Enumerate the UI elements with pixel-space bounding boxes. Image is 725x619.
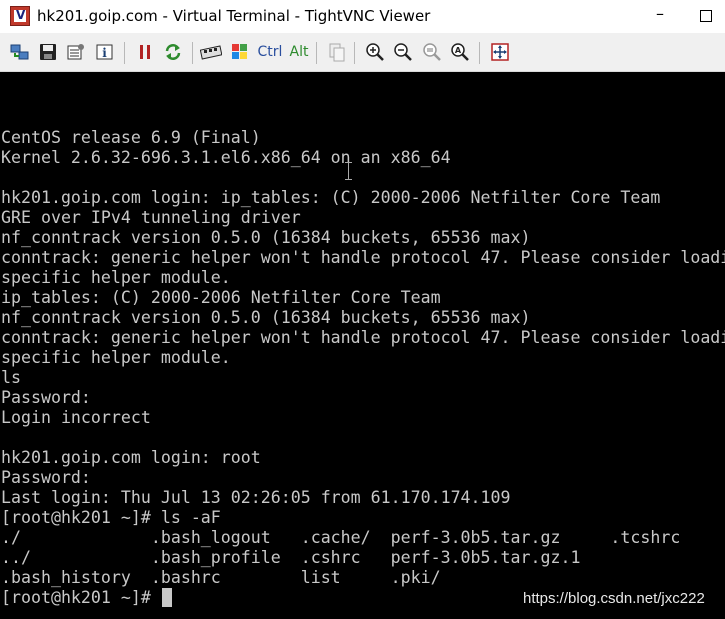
terminal-line: conntrack: generic helper won't handle p… (1, 248, 725, 267)
window-title: hk201.goip.com - Virtual Terminal - Tigh… (37, 7, 431, 25)
refresh-icon[interactable] (161, 40, 185, 64)
zoom-100-icon[interactable] (420, 40, 444, 64)
terminal-line: specific helper module. (1, 268, 231, 287)
clipboard-icon[interactable] (325, 40, 349, 64)
terminal-line: ../ .bash_profile .cshrc perf-3.0b5.tar.… (1, 548, 581, 567)
terminal-line: Password: (1, 388, 91, 407)
zoom-out-icon[interactable] (391, 40, 415, 64)
toolbar-separator (192, 42, 193, 64)
minimize-button[interactable]: – (650, 4, 670, 28)
terminal-line: Last login: Thu Jul 13 02:26:05 from 61.… (1, 488, 511, 507)
toolbar-separator (124, 42, 125, 64)
svg-text:A: A (455, 46, 462, 55)
toolbar: i Ctrl Alt A (0, 33, 725, 72)
options-icon[interactable] (64, 40, 88, 64)
toolbar-separator (479, 42, 480, 64)
mouse-ibeam-cursor (345, 162, 352, 180)
ctrl-key-button[interactable]: Ctrl (256, 40, 284, 64)
save-icon[interactable] (36, 40, 60, 64)
ctrl-key-label: Ctrl (257, 44, 283, 60)
new-connection-icon[interactable] (8, 40, 32, 64)
terminal-line: nf_conntrack version 0.5.0 (16384 bucket… (1, 308, 531, 327)
connection-info-icon[interactable]: i (93, 40, 117, 64)
terminal-screen[interactable]: CentOS release 6.9 (Final) Kernel 2.6.32-… (0, 72, 725, 619)
vnc-app-icon[interactable] (10, 6, 30, 26)
toolbar-separator (316, 42, 317, 64)
terminal-line: hk201.goip.com login: ip_tables: (C) 200… (1, 188, 661, 207)
alt-key-button[interactable]: Alt (287, 40, 311, 64)
terminal-line: [root@hk201 ~]# (1, 588, 161, 607)
pause-icon[interactable] (133, 40, 157, 64)
terminal-line: Login incorrect (1, 408, 151, 427)
alt-key-label: Alt (289, 44, 309, 60)
terminal-line: ls (1, 368, 21, 387)
ctrl-esc-icon[interactable] (228, 40, 252, 64)
terminal-line: [root@hk201 ~]# ls -aF (1, 508, 221, 527)
maximize-button[interactable] (694, 4, 718, 28)
terminal-line: conntrack: generic helper won't handle p… (1, 328, 725, 347)
terminal-line: ip_tables: (C) 2000-2006 Netfilter Core … (1, 288, 441, 307)
terminal-line: specific helper module. (1, 348, 231, 367)
terminal-line: Password: (1, 468, 91, 487)
terminal-line: ./ .bash_logout .cache/ perf-3.0b5.tar.g… (1, 528, 681, 547)
ctrl-alt-del-icon[interactable] (199, 40, 223, 64)
svg-text:i: i (102, 46, 107, 60)
fullscreen-icon[interactable] (488, 40, 512, 64)
terminal-line: .bash_history .bashrc list .pki/ (1, 568, 441, 587)
terminal-line: nf_conntrack version 0.5.0 (16384 bucket… (1, 228, 531, 247)
zoom-auto-icon[interactable]: A (448, 40, 472, 64)
terminal-line: CentOS release 6.9 (Final) (1, 128, 261, 147)
terminal-line: GRE over IPv4 tunneling driver (1, 208, 301, 227)
watermark: https://blog.csdn.net/jxc222 (523, 590, 705, 607)
title-bar: hk201.goip.com - Virtual Terminal - Tigh… (0, 0, 725, 33)
terminal-line: hk201.goip.com login: root (1, 448, 261, 467)
zoom-in-icon[interactable] (363, 40, 387, 64)
toolbar-separator (354, 42, 355, 64)
terminal-line: Kernel 2.6.32-696.3.1.el6.x86_64 on an x… (1, 148, 451, 167)
terminal-cursor (162, 588, 172, 607)
